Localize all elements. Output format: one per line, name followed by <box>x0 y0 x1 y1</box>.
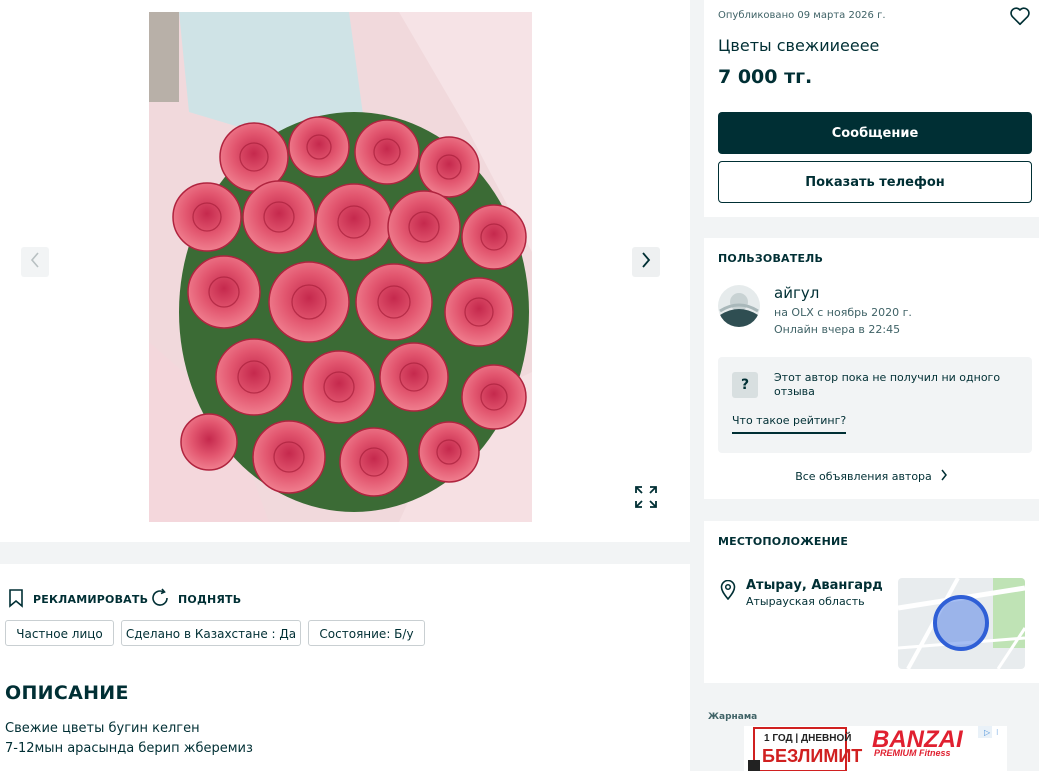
description-title: ОПИСАНИЕ <box>5 682 129 704</box>
message-button[interactable]: Сообщение <box>718 112 1032 154</box>
favorite-button[interactable] <box>1009 5 1031 27</box>
chevron-right-icon <box>640 251 652 273</box>
price-panel: Опубликовано 09 марта 2026 г. Цветы свеж… <box>704 0 1039 217</box>
location-section-title: МЕСТОПОЛОЖЕНИЕ <box>718 535 849 548</box>
expand-icon <box>634 485 658 513</box>
listing-details: РЕКЛАМИРОВАТЬ ПОДНЯТЬ Частное лицо Сдела… <box>0 564 690 771</box>
user-last-online: Онлайн вчера в 22:45 <box>774 323 901 336</box>
question-icon: ? <box>732 372 758 398</box>
tag-made-in-kazakhstan: Сделано в Казахстане : Да <box>121 620 301 646</box>
gallery-next-button[interactable] <box>632 247 660 277</box>
show-phone-button[interactable]: Показать телефон <box>718 161 1032 203</box>
location-city: Атырау, Авангард <box>746 578 883 593</box>
location-map[interactable] <box>898 578 1025 669</box>
promote-label: РЕКЛАМИРОВАТЬ <box>33 593 149 606</box>
ad-line2: БЕЗЛИМИТ <box>762 746 863 766</box>
gallery-prev-button[interactable] <box>21 247 49 277</box>
rating-info-link[interactable]: Что такое рейтинг? <box>732 414 847 434</box>
ad-line1: 1 ГОД | ДНЕВНОЙ <box>764 733 852 744</box>
ad-label: Жарнама <box>708 712 758 722</box>
svg-text:⁝: ⁝ <box>996 728 999 737</box>
promote-button[interactable]: РЕКЛАМИРОВАТЬ <box>7 588 148 611</box>
rating-box: ? Этот автор пока не получил ни одного о… <box>718 357 1032 453</box>
rating-text: Этот автор пока не получил ни одного отз… <box>774 371 1001 398</box>
tag-private-person: Частное лицо <box>5 620 114 646</box>
ad-sub: PREMIUM Fitness <box>874 748 951 758</box>
user-section-title: ПОЛЬЗОВАТЕЛЬ <box>718 252 824 265</box>
listing-photo[interactable] <box>149 12 532 522</box>
all-author-ads-link[interactable]: Все объявления автора <box>704 469 1039 484</box>
image-gallery <box>0 0 690 542</box>
published-date: Опубликовано 09 марта 2026 г. <box>718 10 886 21</box>
svg-text:▷: ▷ <box>984 728 991 737</box>
location-region: Атырауская область <box>746 595 865 608</box>
listing-title: Цветы свежииееее <box>718 36 880 55</box>
tag-condition: Состояние: Б/у <box>308 620 425 646</box>
all-ads-label: Все объявления автора <box>795 470 932 483</box>
user-member-since: на OLX с ноябрь 2020 г. <box>774 306 912 319</box>
raise-label: ПОДНЯТЬ <box>178 593 242 606</box>
chevron-left-icon <box>29 251 41 273</box>
expand-photo-button[interactable] <box>632 485 660 513</box>
chevron-right-icon <box>940 469 948 484</box>
location-pin-icon <box>720 579 736 604</box>
location-panel: МЕСТОПОЛОЖЕНИЕ Атырау, Авангард Атырауск… <box>704 521 1039 683</box>
heart-icon <box>1009 7 1031 31</box>
description-line: Свежие цветы бугин келген <box>5 721 200 736</box>
user-name[interactable]: айгул <box>774 284 819 302</box>
refresh-icon <box>150 588 170 611</box>
raise-button[interactable]: ПОДНЯТЬ <box>150 588 241 611</box>
ad-banner[interactable]: ▷ ⁝ 1 ГОД | ДНЕВНОЙ БЕЗЛИМИТ BANZAI PREM… <box>744 726 1007 771</box>
avatar[interactable] <box>718 285 760 327</box>
user-panel: ПОЛЬЗОВАТЕЛЬ айгул на OLX с ноябрь 2020 … <box>704 238 1039 499</box>
listing-price: 7 000 тг. <box>718 66 813 88</box>
bookmark-icon <box>7 588 25 611</box>
description-line: 7-12мын арасында берип жберемиз <box>5 741 253 756</box>
